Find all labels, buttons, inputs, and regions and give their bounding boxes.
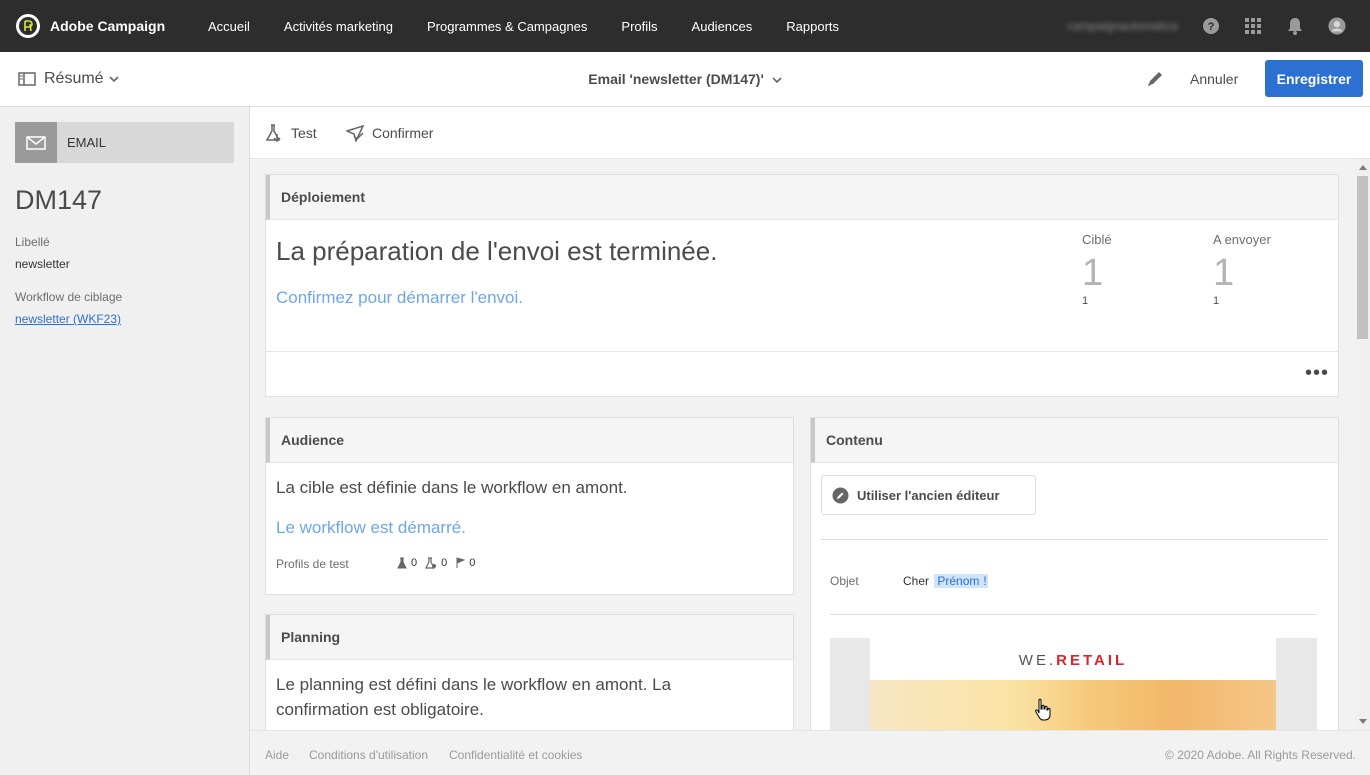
- edit-circle-icon: [832, 487, 849, 503]
- test-button-label: Test: [291, 125, 317, 141]
- send-check-icon: [346, 124, 364, 142]
- targeted-label: Ciblé: [1082, 232, 1112, 247]
- deployment-card-footer: •••: [266, 351, 1338, 397]
- chevron-down-icon: [109, 75, 119, 82]
- use-old-editor-button[interactable]: Utiliser l'ancien éditeur: [821, 475, 1036, 515]
- confirm-button-label: Confirmer: [372, 125, 434, 141]
- we-retail-logo: WE.RETAIL: [1018, 652, 1128, 669]
- flask-icon: [397, 557, 407, 569]
- deployment-card-title: Déploiement: [266, 175, 1338, 220]
- flag-profile-count: 0: [469, 557, 476, 569]
- user-name[interactable]: campaignautomatica: [1067, 19, 1178, 33]
- subject-suffix: !: [982, 574, 988, 588]
- chevron-down-icon[interactable]: [772, 77, 782, 84]
- more-options-icon[interactable]: •••: [1305, 363, 1329, 383]
- targeted-stat: Ciblé 1 1: [1082, 232, 1112, 307]
- email-hero-image: [870, 680, 1276, 730]
- flag-icon: [456, 557, 466, 568]
- flask-icon: [265, 124, 281, 142]
- workflow-link[interactable]: newsletter (WKF23): [15, 312, 121, 326]
- targeted-value: 1: [1082, 252, 1104, 294]
- test-button[interactable]: Test: [265, 124, 317, 142]
- confirm-start-link[interactable]: Confirmez pour démarrer l'envoi.: [276, 288, 523, 308]
- app-name: Adobe Campaign: [50, 18, 166, 34]
- document-header-bar: Résumé Email 'newsletter (DM147)' Annule…: [0, 52, 1370, 107]
- nav-audiences[interactable]: Audiences: [692, 19, 753, 34]
- view-selector-label: Résumé: [44, 70, 104, 87]
- scrollbar-thumb[interactable]: [1357, 176, 1368, 339]
- planning-description: Le planning est défini dans le workflow …: [276, 675, 672, 719]
- test-profile-count: 0: [411, 557, 418, 569]
- edit-pencil-icon[interactable]: [1146, 69, 1165, 93]
- targeted-subvalue: 1: [1082, 295, 1089, 307]
- label-field-value: newsletter: [15, 257, 70, 271]
- main-content: Déploiement La préparation de l'envoi es…: [250, 159, 1355, 730]
- personalization-field-firstname[interactable]: Prénom: [934, 574, 983, 588]
- delivery-type-badge: EMAIL: [15, 122, 234, 163]
- content-card-title: Contenu: [811, 418, 1338, 463]
- test-profiles-counts: 0 0 0: [397, 557, 475, 569]
- divider: [821, 539, 1328, 540]
- svg-text:?: ?: [1208, 21, 1215, 33]
- workflow-started-link[interactable]: Le workflow est démarré.: [276, 518, 466, 538]
- delivery-code: DM147: [15, 185, 103, 215]
- workflow-field-title: Workflow de ciblage: [15, 290, 123, 304]
- confirm-button[interactable]: Confirmer: [346, 124, 433, 142]
- use-old-editor-label: Utiliser l'ancien éditeur: [857, 487, 1000, 503]
- scroll-down-arrow-icon[interactable]: [1359, 719, 1367, 724]
- to-send-value: 1: [1213, 252, 1235, 294]
- deployment-card: Déploiement La préparation de l'envoi es…: [265, 174, 1339, 397]
- to-send-stat: A envoyer 1 1: [1213, 232, 1271, 307]
- test-profiles-label: Profils de test: [276, 557, 349, 571]
- nav-programmes-campagnes[interactable]: Programmes & Campagnes: [427, 19, 587, 34]
- to-send-subvalue: 1: [1213, 295, 1220, 307]
- hand-cursor-icon: [1035, 698, 1051, 721]
- document-title-text[interactable]: Email 'newsletter (DM147)': [588, 71, 764, 87]
- nav-rapports[interactable]: Rapports: [786, 19, 839, 34]
- planning-card-title: Planning: [266, 615, 793, 660]
- planning-card: Planning Le planning est défini dans le …: [265, 614, 794, 730]
- brand[interactable]: Adobe Campaign: [0, 14, 208, 38]
- nav-activites-marketing[interactable]: Activités marketing: [284, 19, 393, 34]
- privacy-link[interactable]: Confidentialité et cookies: [449, 748, 582, 762]
- divider: [830, 614, 1317, 615]
- view-selector[interactable]: Résumé: [18, 70, 127, 88]
- scroll-up-arrow-icon[interactable]: [1359, 165, 1367, 170]
- nav-accueil[interactable]: Accueil: [208, 19, 250, 34]
- vertical-scrollbar[interactable]: [1355, 159, 1370, 730]
- subject-label: Objet: [830, 574, 859, 588]
- to-send-label: A envoyer: [1213, 232, 1271, 247]
- copyright: © 2020 Adobe. All Rights Reserved.: [1165, 748, 1356, 762]
- audience-card-title: Audience: [266, 418, 793, 463]
- help-link[interactable]: Aide: [265, 748, 289, 762]
- nav-profils[interactable]: Profils: [621, 19, 657, 34]
- email-preview-area[interactable]: WE.RETAIL: [830, 638, 1317, 730]
- cancel-button[interactable]: Annuler: [1190, 71, 1238, 87]
- content-card: Contenu Utiliser l'ancien éditeur Objet …: [810, 417, 1339, 730]
- help-icon[interactable]: ?: [1202, 17, 1220, 35]
- email-preview: WE.RETAIL: [870, 638, 1276, 730]
- notifications-bell-icon[interactable]: [1286, 17, 1304, 35]
- subject-prefix: Cher: [903, 574, 930, 588]
- envelope-icon: [15, 122, 57, 163]
- delivery-type-label: EMAIL: [67, 135, 107, 150]
- adobe-campaign-logo-icon: [16, 14, 40, 38]
- top-navigation-bar: Adobe Campaign Accueil Activités marketi…: [0, 0, 1370, 52]
- label-field-title: Libellé: [15, 235, 50, 249]
- page-footer: Aide Conditions d'utilisation Confidenti…: [250, 730, 1370, 775]
- subject-value[interactable]: Cher Prénom!: [903, 574, 988, 588]
- seed-icon: [425, 557, 437, 569]
- summary-sidebar: EMAIL DM147 Libellé newsletter Workflow …: [0, 107, 250, 775]
- audience-card: Audience La cible est définie dans le wo…: [265, 417, 794, 595]
- save-button[interactable]: Enregistrer: [1265, 60, 1363, 97]
- seed-profile-count: 0: [441, 557, 448, 569]
- action-bar: Test Confirmer: [250, 107, 1370, 159]
- apps-grid-icon[interactable]: [1244, 17, 1262, 35]
- panel-icon: [18, 72, 36, 86]
- deployment-status-message: La préparation de l'envoi est terminée.: [276, 236, 718, 266]
- audience-description: La cible est définie dans le workflow en…: [276, 478, 628, 497]
- terms-link[interactable]: Conditions d'utilisation: [309, 748, 428, 762]
- user-avatar-icon[interactable]: [1328, 17, 1346, 35]
